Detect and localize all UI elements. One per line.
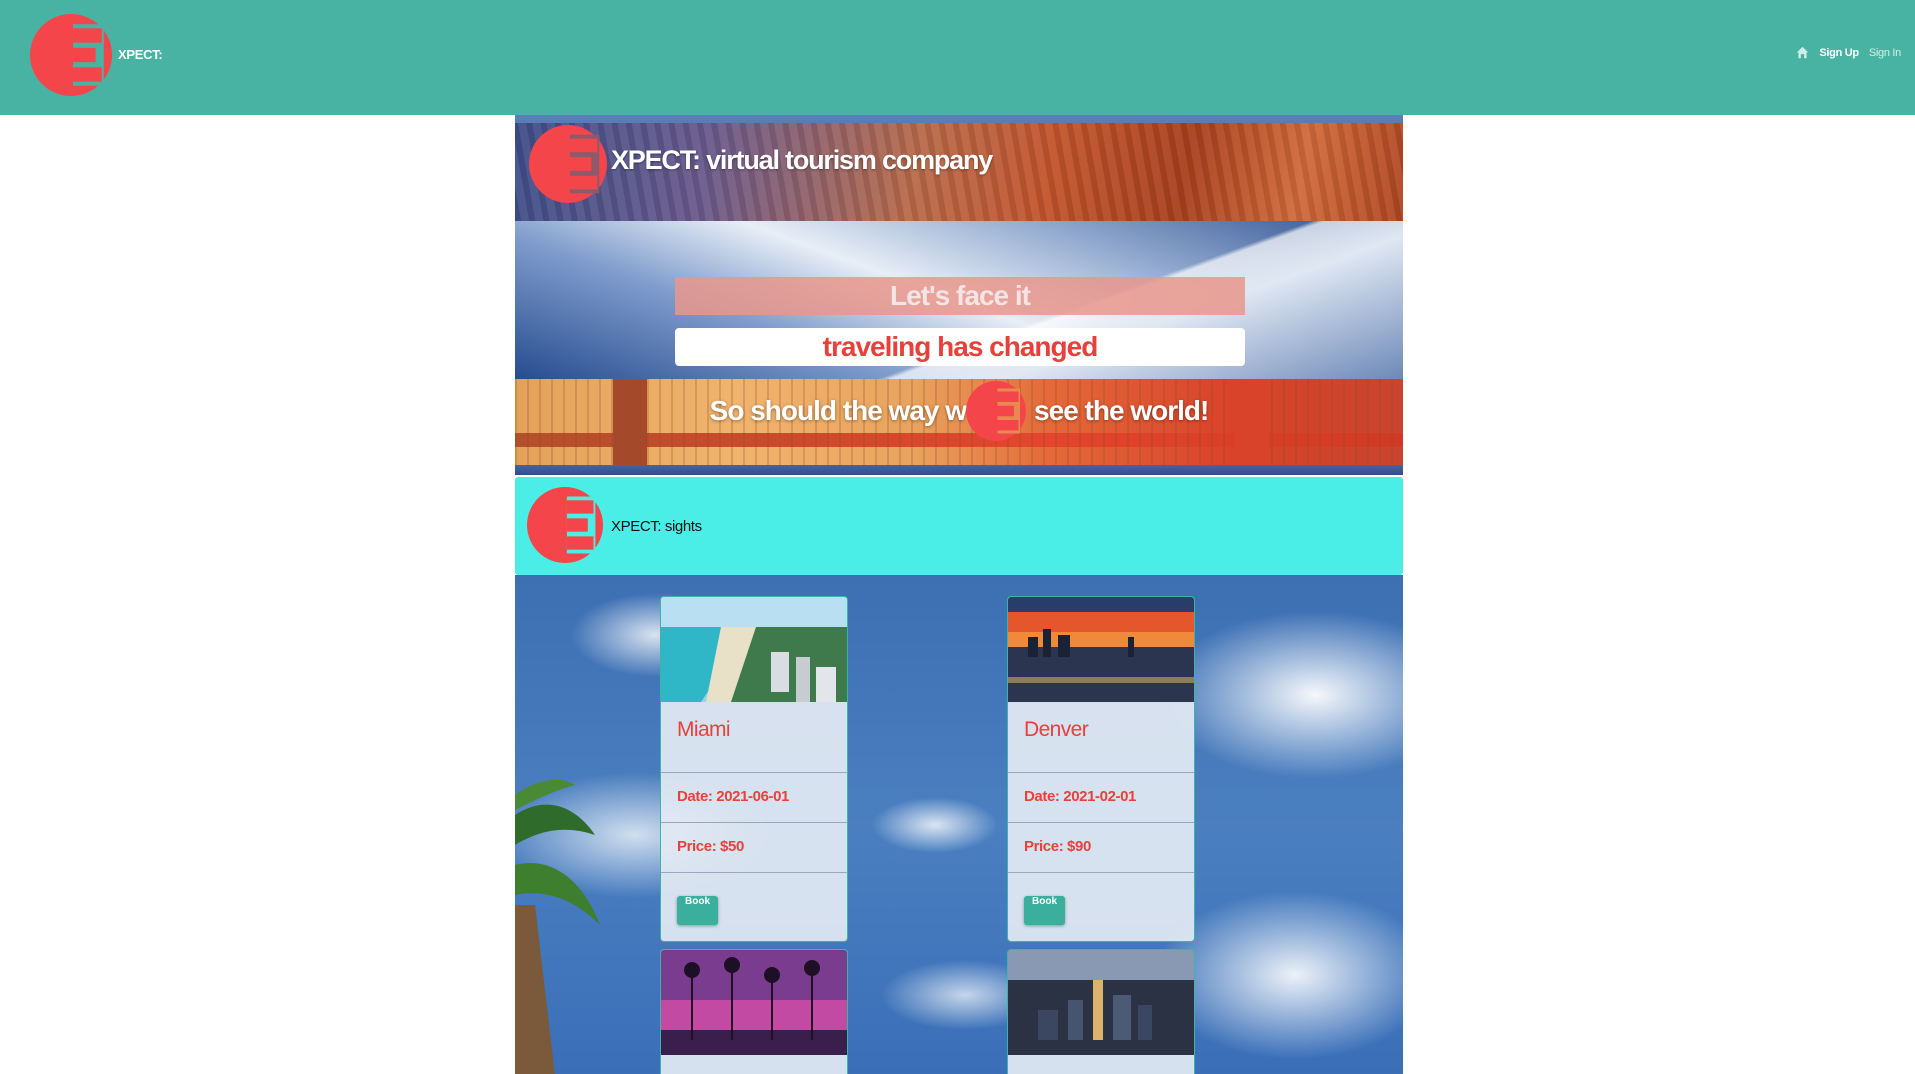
book-button[interactable]: Book xyxy=(677,896,718,925)
signin-link[interactable]: Sign In xyxy=(1869,47,1901,59)
sight-card-3 xyxy=(660,949,848,1074)
hero-title: XPECT: virtual tourism company xyxy=(611,145,993,175)
brand-logo-icon[interactable] xyxy=(30,14,112,96)
denver-photo xyxy=(1008,597,1194,702)
sight-card-miami: Miami Date: 2021-06-01 Price: $50 Book xyxy=(660,596,848,942)
card-footer: Book xyxy=(1008,873,1194,941)
brand-logo-icon xyxy=(529,125,607,203)
nav-links: Sign Up Sign In xyxy=(1796,46,1901,59)
sights-title: XPECT: sights xyxy=(611,518,702,535)
palm-tree-image xyxy=(515,779,600,1074)
slogan-part-2: see the world! xyxy=(1034,395,1209,426)
palm-sunset-photo xyxy=(661,950,847,1055)
card-footer: Book xyxy=(661,873,847,941)
card-date: Date: 2021-02-01 xyxy=(1008,773,1194,823)
miami-photo xyxy=(661,597,847,702)
main-content: XPECT: virtual tourism company Let's fac… xyxy=(515,115,1403,1074)
slogan-part-1: So should the way w xyxy=(709,395,967,426)
card-date: Date: 2021-06-01 xyxy=(661,773,847,823)
brand-logo-icon xyxy=(527,487,603,563)
sights-header: XPECT: sights xyxy=(515,477,1403,575)
card-city: Miami xyxy=(661,702,847,773)
card-price: Price: $50 xyxy=(661,823,847,873)
home-icon[interactable] xyxy=(1796,46,1809,59)
nav-brand-text[interactable]: XPECT: xyxy=(118,47,163,62)
hero-banner: XPECT: virtual tourism company Let's fac… xyxy=(515,115,1403,475)
tagline-1: Let's face it xyxy=(675,277,1245,315)
card-price: Price: $90 xyxy=(1008,823,1194,873)
signup-link[interactable]: Sign Up xyxy=(1819,47,1859,59)
slogan: So should the way w see the world! xyxy=(515,380,1403,441)
tagline-2: traveling has changed xyxy=(675,328,1245,366)
sight-card-4 xyxy=(1007,949,1195,1074)
brand-logo-icon xyxy=(966,380,1027,441)
city-night-photo xyxy=(1008,950,1194,1055)
book-button[interactable]: Book xyxy=(1024,896,1065,925)
card-city: Denver xyxy=(1008,702,1194,773)
sight-card-denver: Denver Date: 2021-02-01 Price: $90 Book xyxy=(1007,596,1195,942)
top-navbar: XPECT: Sign Up Sign In xyxy=(0,0,1915,115)
sky-background xyxy=(515,575,1403,1074)
